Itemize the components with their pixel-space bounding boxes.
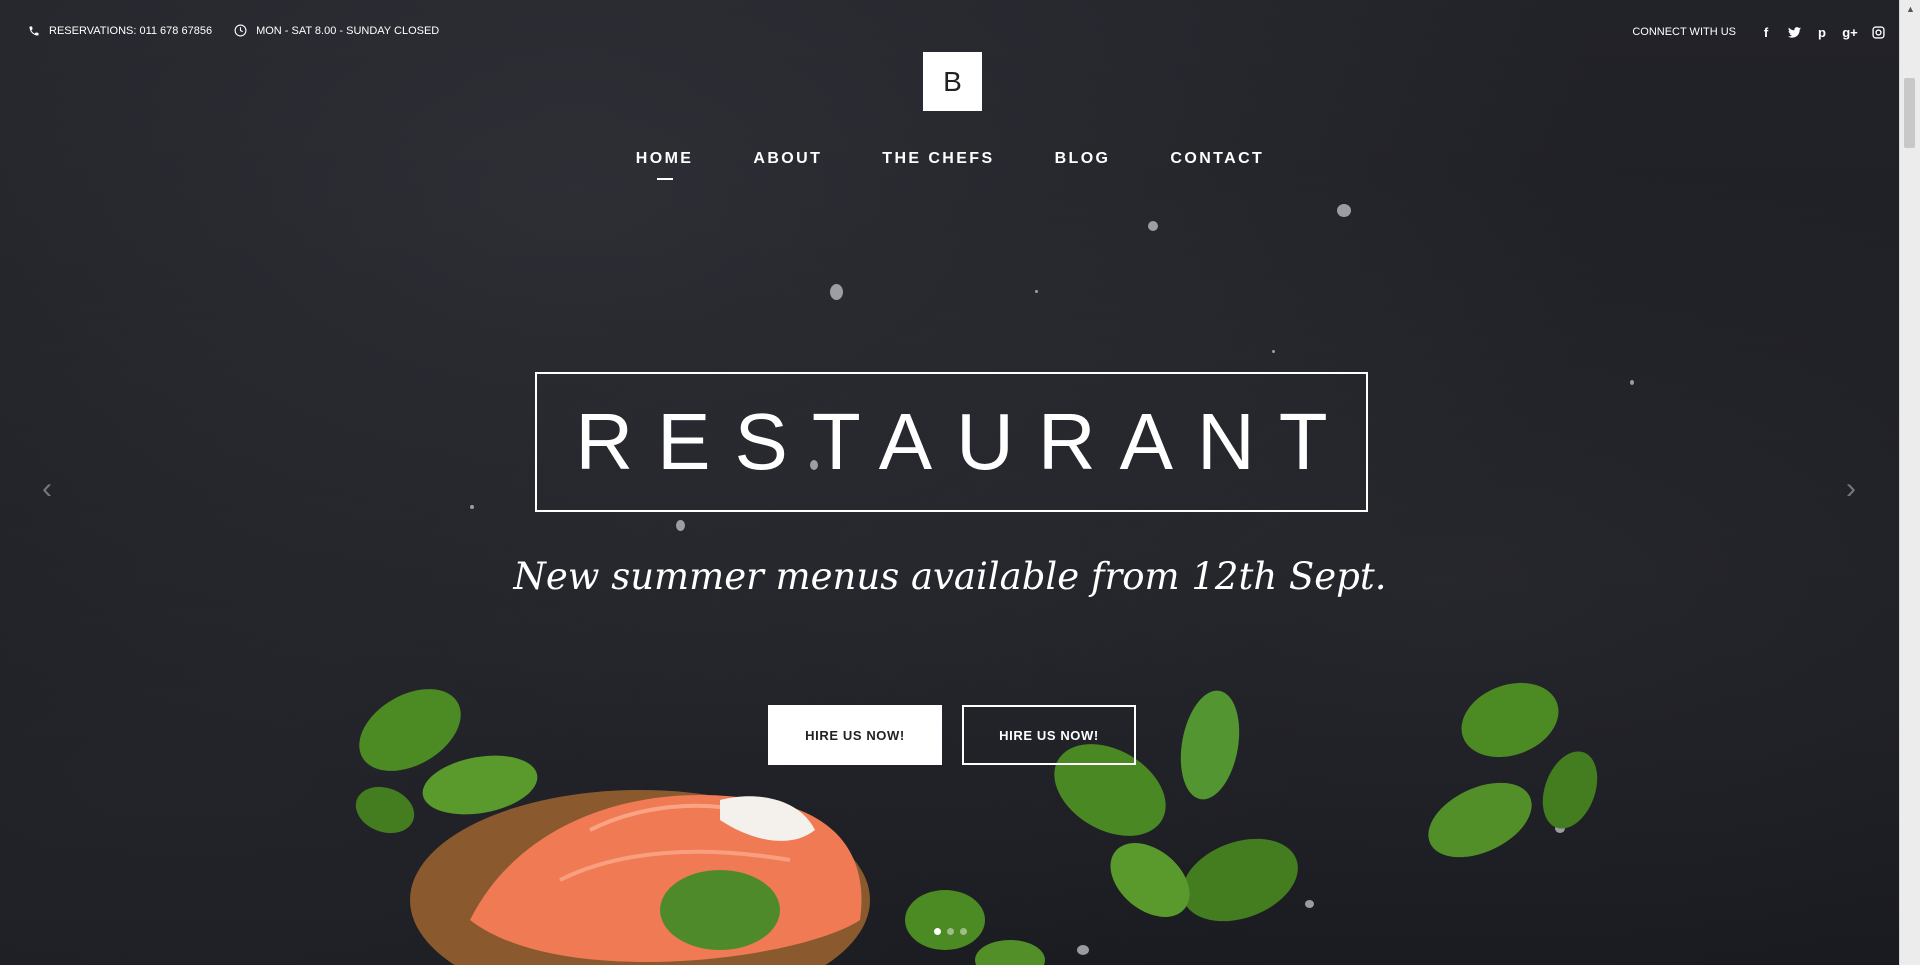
google-plus-icon[interactable]: g+ [1836,24,1864,40]
hours-info: MON - SAT 8.00 - SUNDAY CLOSED [234,24,439,37]
reservations-text: RESERVATIONS: 011 678 67856 [49,24,213,37]
phone-icon [29,26,39,35]
chevron-left-icon[interactable]: ‹ [42,472,52,506]
chevron-right-icon[interactable]: › [1846,472,1856,506]
facebook-icon[interactable]: f [1752,24,1780,40]
pinterest-icon[interactable]: p [1808,24,1836,40]
twitter-icon[interactable] [1780,24,1808,40]
slider-dot[interactable] [960,928,967,935]
instagram-icon[interactable] [1864,24,1892,40]
nav-item-home[interactable]: HOME [636,150,694,180]
hero-subtitle: New summer menus available from 12th Sep… [513,555,1387,598]
page: RESERVATIONS: 011 678 67856 MON - SAT 8.… [0,0,1920,965]
salmon-toast-image [410,790,870,965]
nav-item-about[interactable]: ABOUT [753,150,822,176]
slider-dot[interactable] [934,928,941,935]
scroll-thumb[interactable] [1904,78,1915,148]
slider-dot[interactable] [947,928,954,935]
hero-title-box: RESTAURANT [535,372,1368,512]
nav-item-contact[interactable]: CONTACT [1170,150,1264,176]
connect-label: CONNECT WITH US [1632,26,1736,38]
hire-us-button-primary[interactable]: HIRE US NOW! [768,705,942,765]
slider-dots [934,928,973,935]
scrollbar[interactable]: ▲ [1899,0,1920,965]
main-nav: HOME ABOUT THE CHEFS BLOG CONTACT [0,150,1900,180]
reservations-info: RESERVATIONS: 011 678 67856 [28,25,212,37]
hours-text: MON - SAT 8.00 - SUNDAY CLOSED [256,24,440,37]
social-links: CONNECT WITH US f p g+ [1632,24,1892,40]
nav-item-blog[interactable]: BLOG [1055,150,1111,176]
site-logo[interactable]: B [923,52,982,111]
nav-item-the-chefs[interactable]: THE CHEFS [882,150,994,176]
scroll-up-icon[interactable]: ▲ [1906,4,1915,14]
hire-us-button-secondary[interactable]: HIRE US NOW! [962,705,1136,765]
logo-letter: B [943,65,962,97]
top-bar-info: RESERVATIONS: 011 678 67856 MON - SAT 8.… [28,24,461,37]
hero-title: RESTAURANT [575,397,1352,486]
clock-icon [234,24,247,37]
